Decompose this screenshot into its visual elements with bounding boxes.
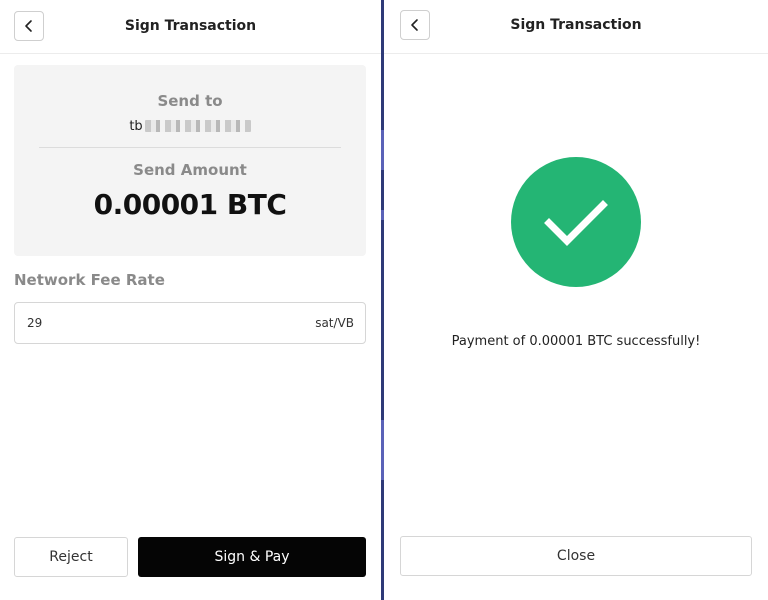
fee-rate-label: Network Fee Rate — [14, 271, 165, 289]
divider — [39, 147, 341, 148]
success-badge — [511, 157, 641, 287]
sign-transaction-panel: Sign Transaction Send to tb Send Amount … — [0, 0, 381, 600]
redacted-address — [144, 120, 251, 132]
header: Sign Transaction — [0, 0, 381, 54]
page-title: Sign Transaction — [510, 17, 642, 33]
fee-rate-input[interactable]: 29 sat/VB — [14, 302, 366, 344]
transaction-summary-card: Send to tb Send Amount 0.00001 BTC — [14, 65, 366, 256]
sign-and-pay-button[interactable]: Sign & Pay — [138, 537, 366, 577]
header: Sign Transaction — [384, 0, 768, 54]
page-title: Sign Transaction — [124, 18, 257, 34]
fee-rate-value: 29 — [27, 316, 43, 330]
fee-rate-unit: sat/VB — [315, 316, 354, 330]
send-amount-label: Send Amount — [133, 161, 247, 179]
payment-success-panel: Sign Transaction Payment of 0.00001 BTC … — [384, 0, 768, 600]
success-message: Payment of 0.00001 BTC successfully! — [451, 334, 701, 349]
address-prefix: tb — [129, 118, 143, 134]
close-button[interactable]: Close — [400, 536, 752, 576]
recipient-address: tb — [14, 117, 366, 135]
checkmark-icon — [544, 200, 608, 246]
reject-button[interactable]: Reject — [14, 537, 128, 577]
send-to-label: Send to — [157, 92, 223, 110]
send-amount-value: 0.00001 BTC — [93, 188, 287, 221]
